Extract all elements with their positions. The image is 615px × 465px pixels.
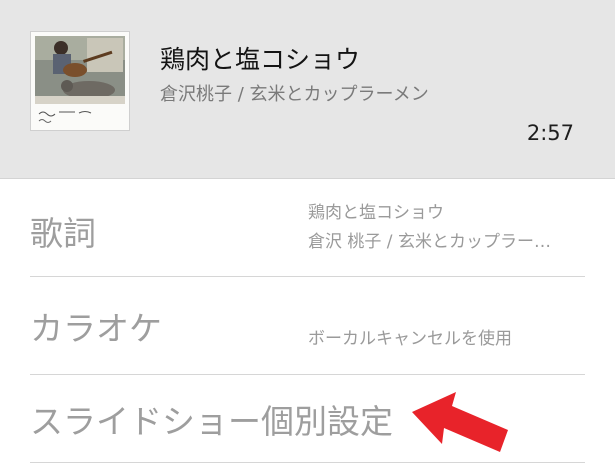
track-artist: 倉沢桃子 / 玄米とカップラーメン: [160, 84, 429, 105]
album-art[interactable]: [30, 31, 130, 131]
row-divider: [30, 462, 585, 463]
lyrics-value-artist: 倉沢 桃子 / 玄米とカップラー…: [308, 232, 551, 252]
settings-list: 歌詞 鶏肉と塩コショウ 倉沢 桃子 / 玄米とカップラー… カラオケ ボーカルキ…: [0, 179, 615, 465]
karaoke-label: カラオケ: [30, 309, 162, 348]
track-title: 鶏肉と塩コショウ: [160, 45, 361, 74]
lyrics-setting-row[interactable]: 歌詞 鶏肉と塩コショウ 倉沢 桃子 / 玄米とカップラー…: [30, 179, 585, 276]
karaoke-value: ボーカルキャンセルを使用: [308, 329, 512, 349]
album-photo-icon: [31, 32, 129, 130]
karaoke-setting-row[interactable]: カラオケ ボーカルキャンセルを使用: [30, 277, 585, 374]
slideshow-label: スライドショー個別設定: [30, 402, 393, 441]
track-duration: 2:57: [526, 121, 574, 145]
lyrics-label: 歌詞: [30, 214, 96, 253]
now-playing-header[interactable]: 鶏肉と塩コショウ 倉沢桃子 / 玄米とカップラーメン 2:57: [0, 0, 615, 179]
red-arrow-icon: [412, 392, 508, 452]
lyrics-value-title: 鶏肉と塩コショウ: [308, 203, 444, 223]
